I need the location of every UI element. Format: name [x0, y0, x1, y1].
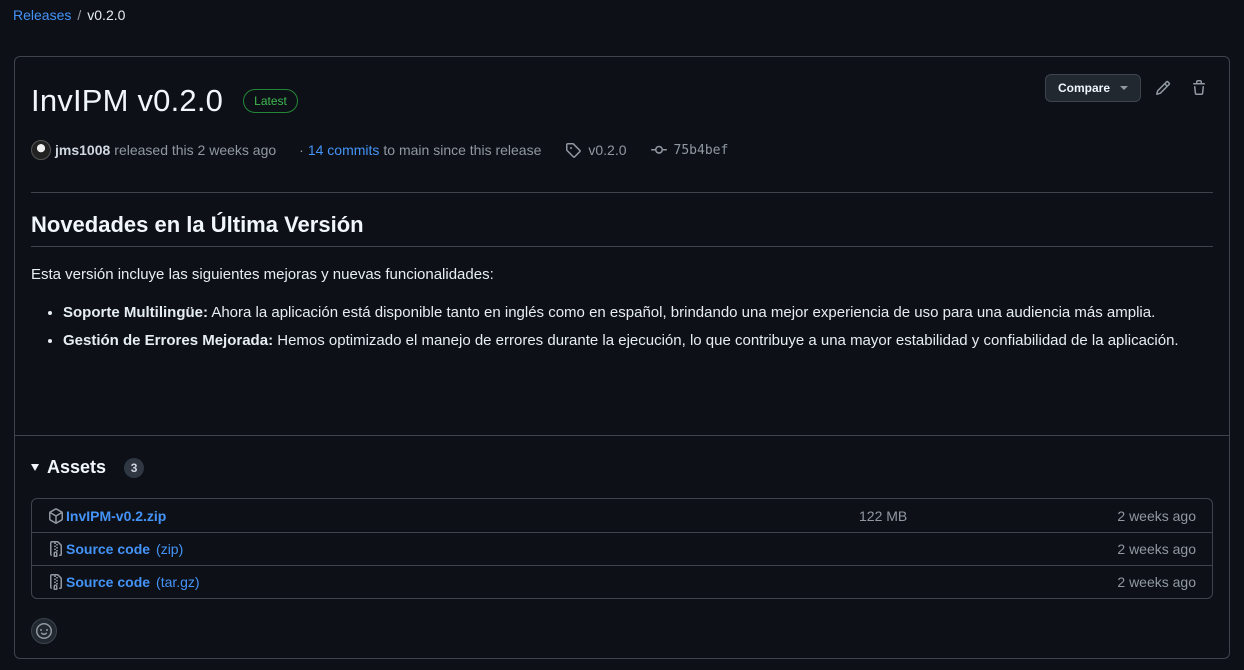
release-actions: Compare [1044, 74, 1213, 102]
tag-icon [566, 143, 582, 158]
notes-heading: Novedades en la Última Versión [31, 212, 1213, 247]
asset-name: InvIPM-v0.2.zip [66, 507, 167, 524]
release-title-row: InvIPM v0.2.0 Latest [31, 83, 298, 119]
asset-row: InvIPM-v0.2.zip 122 MB 2 weeks ago [32, 499, 1212, 532]
list-item: Gestión de Errores Mejorada: Hemos optim… [63, 329, 1213, 353]
release-card: InvIPM v0.2.0 Latest Compare jms1008 rel… [14, 56, 1230, 659]
breadcrumb: Releases / v0.2.0 [13, 6, 125, 24]
tag-link[interactable]: v0.2.0 [565, 142, 627, 158]
release-title: InvIPM v0.2.0 [31, 83, 224, 118]
asset-date: 2 weeks ago [1117, 541, 1196, 557]
edit-release-button[interactable] [1149, 74, 1177, 102]
release-meta: jms1008 released this 2 weeks ago · 14 c… [31, 140, 728, 160]
chevron-down-icon [1120, 86, 1128, 90]
asset-size: 122 MB [859, 507, 908, 524]
notes-intro: Esta versión incluye las siguientes mejo… [31, 266, 494, 283]
file-zip-icon [50, 574, 62, 590]
compare-button[interactable]: Compare [1044, 74, 1141, 102]
smiley-icon [36, 623, 52, 639]
avatar[interactable] [31, 140, 51, 160]
file-zip-icon [50, 541, 62, 557]
meta-divider [31, 192, 1213, 193]
commits-bullet: · [299, 142, 304, 158]
asset-suffix: (tar.gz) [156, 574, 200, 590]
commits-link[interactable]: 14 commits [308, 142, 380, 158]
list-item-title: Gestión de Errores Mejorada: [63, 332, 274, 349]
commit-icon [650, 145, 667, 154]
commit-sha: 75b4bef [673, 142, 729, 158]
add-reaction-button[interactable] [31, 618, 57, 644]
asset-suffix: (zip) [156, 541, 184, 557]
assets-divider [15, 435, 1229, 436]
asset-date: 2 weeks ago [1117, 507, 1196, 524]
commit-sha-link[interactable]: 75b4bef [650, 142, 729, 158]
tag-label: v0.2.0 [588, 142, 627, 158]
asset-link[interactable]: InvIPM-v0.2.zip [48, 508, 172, 524]
commits-suffix: to main since this release [383, 142, 542, 158]
pencil-icon [1155, 80, 1171, 96]
released-text: released this 2 weeks ago [114, 142, 277, 158]
package-icon [49, 507, 63, 524]
asset-name: Source code [66, 574, 151, 590]
latest-badge: Latest [243, 89, 298, 113]
assets-list: InvIPM-v0.2.zip 122 MB 2 weeks ago Sourc… [31, 498, 1213, 599]
assets-title: Assets [47, 457, 107, 477]
asset-row: Source code (tar.gz) 2 weeks ago [32, 565, 1212, 598]
list-item: Soporte Multilingüe: Ahora la aplicación… [63, 301, 1213, 325]
breadcrumb-separator: / [77, 7, 82, 23]
notes-list: Soporte Multilingüe: Ahora la aplicación… [31, 301, 1213, 353]
asset-row: Source code (zip) 2 weeks ago [32, 532, 1212, 565]
asset-link[interactable]: Source code (tar.gz) [48, 574, 200, 590]
release-notes: Novedades en la Última Versión Esta vers… [31, 212, 1213, 357]
compare-button-label: Compare [1057, 81, 1110, 95]
assets-count-badge: 3 [124, 457, 145, 478]
delete-release-button[interactable] [1185, 74, 1213, 102]
asset-date: 2 weeks ago [1117, 574, 1196, 590]
commits-info: · 14 commits to main since this release [299, 142, 541, 158]
breadcrumb-releases-link[interactable]: Releases [13, 6, 71, 24]
asset-link[interactable]: Source code (zip) [48, 541, 183, 557]
trash-icon [1193, 80, 1205, 95]
author-link[interactable]: jms1008 [55, 142, 110, 158]
caret-down-icon [31, 464, 39, 471]
assets-toggle[interactable]: Assets 3 [31, 457, 145, 478]
asset-name: Source code [66, 541, 151, 557]
breadcrumb-current: v0.2.0 [87, 7, 126, 23]
list-item-text: Hemos optimizado el manejo de errores du… [273, 332, 1179, 349]
list-item-text: Ahora la aplicación está disponible tant… [207, 304, 1156, 321]
list-item-title: Soporte Multilingüe: [63, 304, 208, 321]
